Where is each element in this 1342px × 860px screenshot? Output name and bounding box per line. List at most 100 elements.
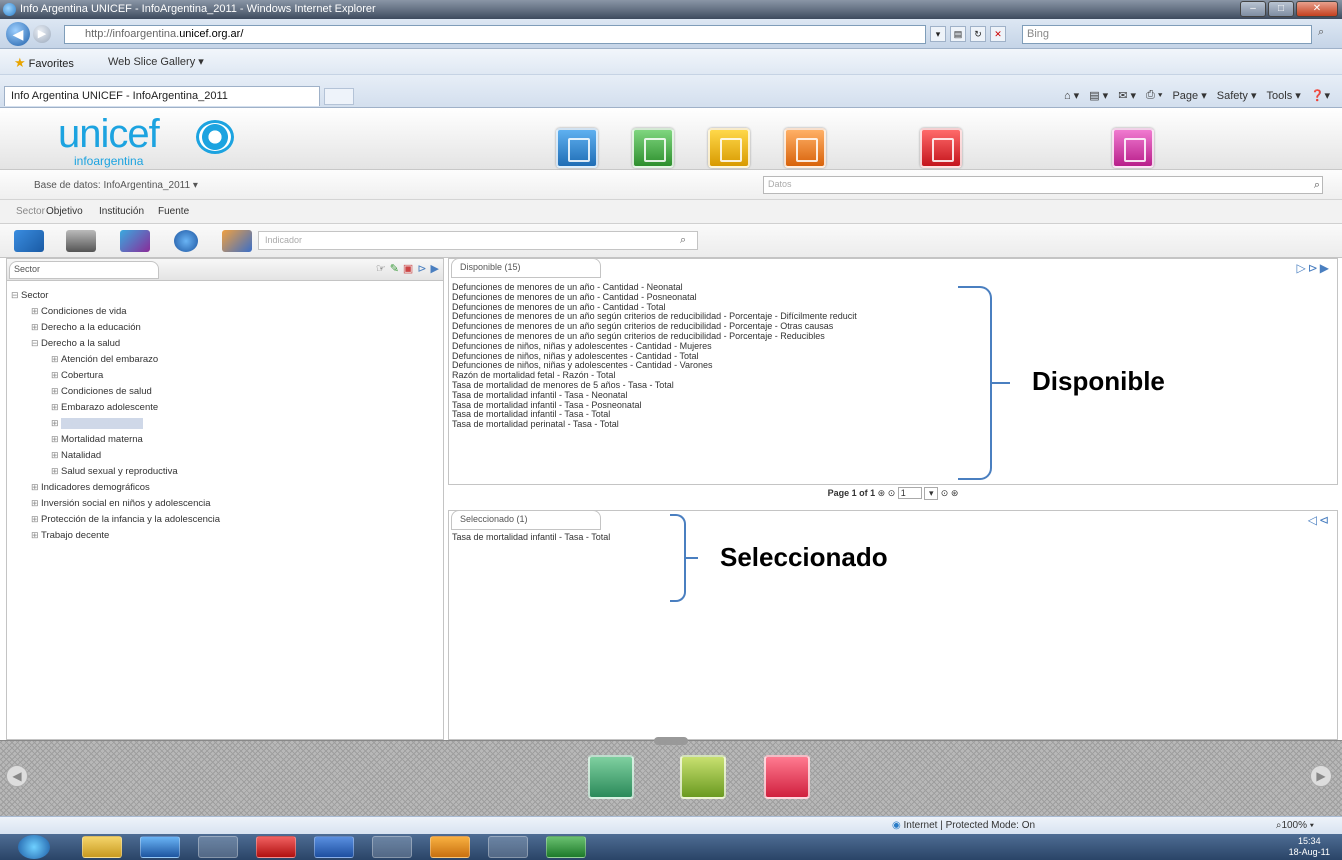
seleccionado-item[interactable]: Tasa de mortalidad infantil - Tasa - Tot… [452,532,610,543]
back-arrow-icon[interactable]: ◀ [6,22,30,46]
expand-icon[interactable]: ⊞ [31,495,41,511]
first-page-icon[interactable]: ⊛ [878,488,886,498]
data-module-icon[interactable] [556,128,598,168]
tools-menu[interactable]: Tools ▾ [1267,89,1301,102]
excel-task-icon[interactable] [546,836,586,858]
collapse-icon[interactable]: ⊟ [31,335,41,351]
launcher-handle[interactable] [654,737,688,745]
table-module-icon[interactable] [920,128,962,168]
tree-item[interactable]: ⊞ Mortalidad materna [11,431,443,447]
edit-icon[interactable]: ✎ [390,262,399,275]
sector-filter-input[interactable]: Sector [9,261,159,279]
mail-icon[interactable]: ✉ ▾ [1118,89,1136,102]
stop-icon[interactable]: ✕ [990,26,1006,42]
document-icon[interactable] [120,230,150,252]
disc-task-icon[interactable] [488,836,528,858]
tree-item[interactable]: ⊞ Derecho a la educación [11,319,443,335]
forward-arrow-icon[interactable]: ▶ [33,25,51,43]
expand-icon[interactable]: ⊞ [31,319,41,335]
favorites-button[interactable]: ★ Favorites [14,55,74,71]
folder-icon[interactable] [14,230,44,252]
search-icon[interactable]: ⌕ [1318,26,1324,39]
add-all-icon[interactable]: ⊳ [1308,261,1320,275]
print-icon[interactable]: ⎙ ▾ [1146,89,1162,102]
chart-module-icon[interactable] [708,128,750,168]
start-button-icon[interactable] [18,835,50,859]
tab-sector[interactable]: Sector [16,206,45,217]
prev-page-icon[interactable]: ⊙ [888,488,896,498]
copy-icon[interactable]: ▣ [403,262,413,275]
remove-all-icon[interactable]: ⊲ [1319,513,1331,527]
add-one-icon[interactable]: ▷ [1296,261,1307,275]
search-icon[interactable]: ⌕ [680,234,686,247]
select-icon[interactable]: ☞ [376,262,386,275]
tree-item[interactable]: ⊞ Condiciones de salud [11,383,443,399]
home-icon[interactable]: ⌂ ▾ [1064,89,1079,102]
first-aid-launch-icon[interactable] [764,755,810,799]
expand-icon[interactable]: ⊞ [31,527,41,543]
explorer-task-icon[interactable] [82,836,122,858]
tab-institucion[interactable]: Institución [99,206,144,217]
last-page-icon[interactable]: ⊛ [951,488,959,498]
new-tab-button[interactable] [324,88,354,105]
acrobat-task-icon[interactable] [256,836,296,858]
tree-item[interactable]: ⊞ Condiciones de vida [11,303,443,319]
browser-tab[interactable]: Info Argentina UNICEF - InfoArgentina_20… [4,86,320,106]
feeds-icon[interactable]: ▤ ▾ [1089,89,1108,102]
next-icon[interactable]: ⊳ [417,262,426,275]
messenger-task-icon[interactable] [430,836,470,858]
tree-item[interactable]: ⊞ Atención del embarazo [11,351,443,367]
page-input[interactable]: 1 [897,487,922,499]
report-module-icon[interactable] [1112,128,1154,168]
indicator-search-input[interactable]: Indicador [258,231,698,250]
database-selector[interactable]: Base de datos: InfoArgentina_2011 ▾ [34,180,198,191]
graph-module-icon[interactable] [784,128,826,168]
safety-menu[interactable]: Safety ▾ [1217,89,1257,102]
page-size-select[interactable]: ▾ [924,487,939,500]
expand-icon[interactable]: ⊞ [31,511,41,527]
tree-item[interactable]: ⊞ Trabajo decente [11,527,443,543]
disponible-item[interactable]: Tasa de mortalidad perinatal - Tasa - To… [452,419,857,430]
next-page-icon[interactable]: ⊙ [941,488,949,498]
network-task-icon[interactable] [372,836,412,858]
tab-fuente[interactable]: Fuente [158,206,189,217]
disponible-tab[interactable]: Disponible (15) [451,258,601,278]
compat-view-icon[interactable]: ▤ [950,26,966,42]
data-search-input[interactable]: Datos [763,176,1323,194]
tree-item[interactable]: ⊞ Indicadores demográficos [11,479,443,495]
launcher-prev-arrow-icon[interactable]: ◀ [6,765,28,787]
tree-item[interactable]: ⊞ Natalidad [11,447,443,463]
web-slice-gallery-link[interactable]: Web Slice Gallery ▾ [108,55,204,68]
search-icon[interactable]: ⌕ [1314,179,1320,192]
expand-icon[interactable]: ⊞ [31,479,41,495]
tree-item[interactable]: ⊟ Derecho a la salud [11,335,443,351]
system-clock[interactable]: 15:34 18-Aug-11 [1289,836,1330,858]
tree-item[interactable]: ⊞ Salud sexual y reproductiva [11,463,443,479]
expand-icon[interactable]: ⊞ [51,383,61,399]
tree-item[interactable]: ⊞ Protección de la infancia y la adolesce… [11,511,443,527]
help-launch-icon[interactable] [588,755,634,799]
expand-icon[interactable]: ⊞ [51,447,61,463]
expand-icon[interactable]: ⊞ [51,399,61,415]
help-icon[interactable]: ❓▾ [1311,89,1330,102]
launcher-next-arrow-icon[interactable]: ▶ [1310,765,1332,787]
word-task-icon[interactable] [314,836,354,858]
map-module-icon[interactable] [632,128,674,168]
refresh-icon[interactable]: ↻ [970,26,986,42]
tree-item[interactable]: ⊞ Embarazo adolescente [11,399,443,415]
expand-icon[interactable]: ⊞ [51,463,61,479]
media-player-task-icon[interactable] [198,836,238,858]
close-icon[interactable]: ✕ [1296,1,1338,17]
tree-item[interactable]: ⊞ Cobertura [11,367,443,383]
export-icon[interactable] [222,230,252,252]
tab-objetivo[interactable]: Objetivo [46,206,83,217]
dropdown-icon[interactable]: ▾ [930,26,946,42]
remove-one-icon[interactable]: ◁ [1308,513,1319,527]
bing-search-input[interactable]: Bing [1022,25,1312,44]
tools-launch-icon[interactable] [680,755,726,799]
tree-item[interactable]: ⊞ Inversión social en niños y adolescenci… [11,495,443,511]
zoom-level[interactable]: ⌕100% ▾ [1276,820,1314,831]
expand-icon[interactable]: ⊞ [51,351,61,367]
help-icon[interactable] [174,230,198,252]
tree-root[interactable]: ⊟ Sector [11,287,443,303]
